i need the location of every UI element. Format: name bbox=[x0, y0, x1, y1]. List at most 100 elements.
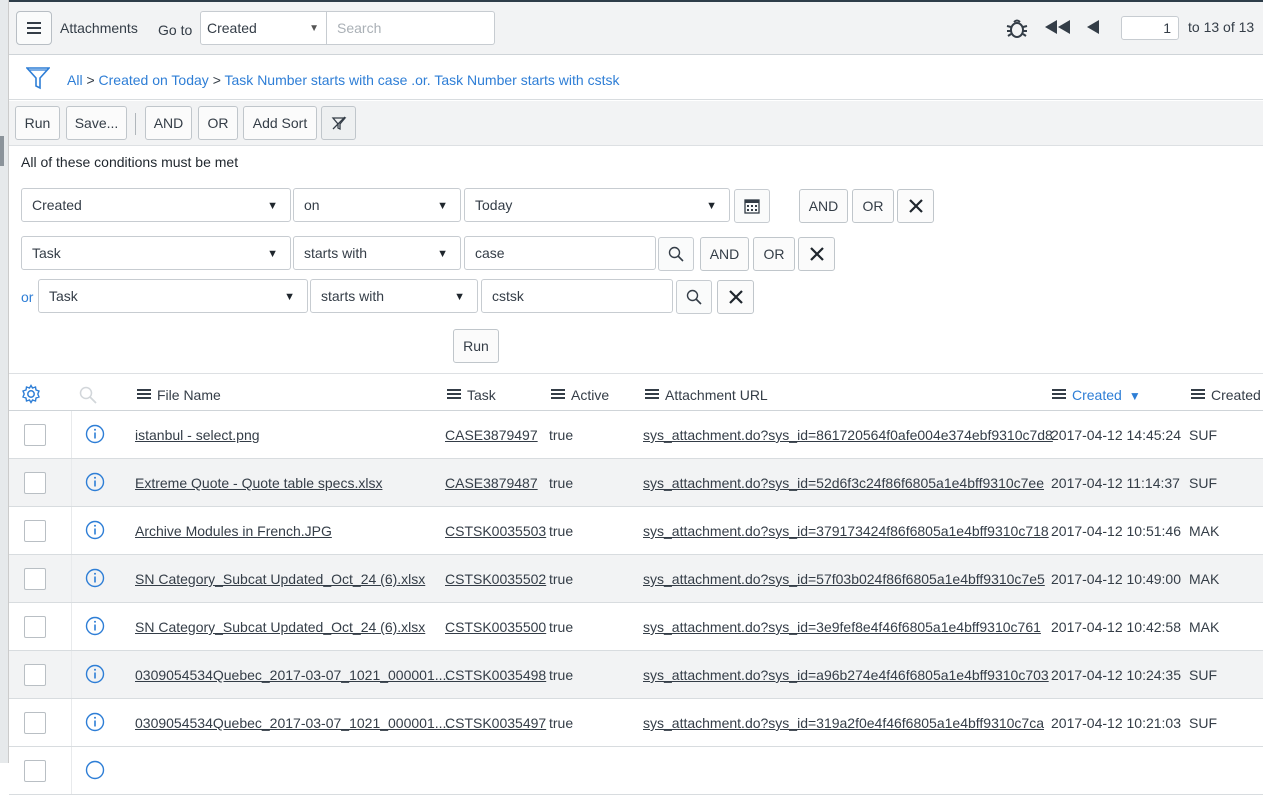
row-checkbox[interactable] bbox=[24, 760, 46, 782]
row-checkbox[interactable] bbox=[24, 568, 46, 590]
column-menu-icon[interactable] bbox=[645, 393, 659, 396]
info-icon[interactable] bbox=[85, 664, 105, 684]
remove-condition-button[interactable] bbox=[897, 189, 934, 223]
task-link[interactable]: CSTSK0035503 bbox=[445, 523, 546, 539]
column-file-name[interactable]: File Name bbox=[137, 387, 221, 403]
add-sort-button[interactable]: Add Sort bbox=[243, 106, 317, 140]
file-name-link[interactable]: 0309054534Quebec_2017-03-07_1021_000001.… bbox=[135, 667, 450, 683]
column-active[interactable]: Active bbox=[551, 387, 609, 403]
breadcrumb-created-today[interactable]: Created on Today bbox=[99, 72, 209, 88]
task-link[interactable]: CSTSK0035498 bbox=[445, 667, 546, 683]
column-menu-icon[interactable] bbox=[1191, 393, 1205, 396]
condition-or-button[interactable]: OR bbox=[852, 189, 894, 223]
lookup-button[interactable] bbox=[658, 237, 694, 271]
bug-icon[interactable] bbox=[1005, 16, 1029, 40]
task-link[interactable]: CASE3879487 bbox=[445, 475, 538, 491]
goto-field-select[interactable]: Created ▼ bbox=[200, 11, 327, 45]
condition-and-button[interactable]: AND bbox=[799, 189, 848, 223]
condition-or-button[interactable]: OR bbox=[753, 237, 795, 271]
column-menu-icon[interactable] bbox=[1052, 393, 1066, 396]
list-table-body: istanbul - select.png CASE3879497 true s… bbox=[9, 411, 1263, 795]
file-name-link[interactable]: Archive Modules in French.JPG bbox=[135, 523, 332, 539]
lookup-button[interactable] bbox=[676, 280, 712, 314]
filter-or-button[interactable]: OR bbox=[198, 106, 238, 140]
filter-and-button[interactable]: AND bbox=[145, 106, 192, 140]
created-cell: 2017-04-12 11:14:37 bbox=[1051, 475, 1180, 491]
table-row[interactable]: SN Category_Subcat Updated_Oct_24 (6).xl… bbox=[9, 555, 1263, 603]
attachment-url-link[interactable]: sys_attachment.do?sys_id=379173424f86f68… bbox=[643, 523, 1049, 539]
condition-value-select[interactable]: Today ▼ bbox=[464, 188, 730, 222]
attachment-url-link[interactable]: sys_attachment.do?sys_id=a96b274e4f46f68… bbox=[643, 667, 1049, 683]
remove-condition-button[interactable] bbox=[798, 237, 835, 271]
first-page-icon[interactable] bbox=[1043, 19, 1073, 35]
info-icon[interactable] bbox=[85, 568, 105, 588]
table-row[interactable]: Archive Modules in French.JPG CSTSK00355… bbox=[9, 507, 1263, 555]
info-icon[interactable] bbox=[85, 712, 105, 732]
column-created[interactable]: Created ▼ bbox=[1052, 387, 1141, 403]
date-picker-button[interactable] bbox=[734, 189, 770, 223]
table-row[interactable]: istanbul - select.png CASE3879497 true s… bbox=[9, 411, 1263, 459]
file-name-link[interactable]: Extreme Quote - Quote table specs.xlsx bbox=[135, 475, 382, 491]
row-checkbox[interactable] bbox=[24, 712, 46, 734]
file-name-link[interactable]: SN Category_Subcat Updated_Oct_24 (6).xl… bbox=[135, 619, 425, 635]
condition-field-select[interactable]: Created ▼ bbox=[21, 188, 291, 222]
previous-page-icon[interactable] bbox=[1086, 19, 1100, 35]
search-input[interactable]: Search bbox=[327, 11, 495, 45]
table-row[interactable] bbox=[9, 747, 1263, 795]
file-name-link[interactable]: SN Category_Subcat Updated_Oct_24 (6).xl… bbox=[135, 571, 425, 587]
created-by-cell: SUF bbox=[1189, 427, 1217, 443]
column-task[interactable]: Task bbox=[447, 387, 496, 403]
attachment-url-link[interactable]: sys_attachment.do?sys_id=52d6f3c24f86f68… bbox=[643, 475, 1044, 491]
table-row[interactable]: 0309054534Quebec_2017-03-07_1021_000001.… bbox=[9, 699, 1263, 747]
filter-run-button[interactable]: Run bbox=[15, 106, 60, 140]
row-checkbox[interactable] bbox=[24, 472, 46, 494]
attachment-url-link[interactable]: sys_attachment.do?sys_id=3e9fef8e4f46f68… bbox=[643, 619, 1041, 635]
row-checkbox[interactable] bbox=[24, 664, 46, 686]
task-link[interactable]: CSTSK0035500 bbox=[445, 619, 546, 635]
breadcrumb-task-number[interactable]: Task Number starts with case .or. Task N… bbox=[225, 72, 620, 88]
gear-icon[interactable] bbox=[21, 384, 41, 404]
attachment-url-link[interactable]: sys_attachment.do?sys_id=57f03b024f86f68… bbox=[643, 571, 1045, 587]
column-created-by[interactable]: Created b bbox=[1191, 387, 1263, 403]
attachment-url-link[interactable]: sys_attachment.do?sys_id=861720564f0afe0… bbox=[643, 427, 1053, 443]
condition-field-select[interactable]: Task ▼ bbox=[21, 236, 291, 270]
file-name-link[interactable]: istanbul - select.png bbox=[135, 427, 260, 443]
condition-operator-select[interactable]: on ▼ bbox=[293, 188, 461, 222]
table-row[interactable]: Extreme Quote - Quote table specs.xlsx C… bbox=[9, 459, 1263, 507]
search-icon[interactable] bbox=[79, 386, 97, 404]
breadcrumb-all[interactable]: All bbox=[67, 72, 83, 88]
condition-value-input[interactable]: cstsk bbox=[481, 279, 673, 313]
filter-save-button[interactable]: Save... bbox=[66, 106, 127, 140]
attachment-url-link[interactable]: sys_attachment.do?sys_id=319a2f0e4f46f68… bbox=[643, 715, 1044, 731]
table-row[interactable]: SN Category_Subcat Updated_Oct_24 (6).xl… bbox=[9, 603, 1263, 651]
page-number-input[interactable]: 1 bbox=[1121, 16, 1179, 40]
condition-run-button[interactable]: Run bbox=[453, 329, 499, 363]
column-menu-icon[interactable] bbox=[551, 393, 565, 396]
table-row[interactable]: 0309054534Quebec_2017-03-07_1021_000001.… bbox=[9, 651, 1263, 699]
row-checkbox[interactable] bbox=[24, 616, 46, 638]
condition-operator-select[interactable]: starts with ▼ bbox=[310, 279, 478, 313]
row-checkbox[interactable] bbox=[24, 520, 46, 542]
info-icon[interactable] bbox=[85, 424, 105, 444]
task-link[interactable]: CSTSK0035502 bbox=[445, 571, 546, 587]
column-menu-icon[interactable] bbox=[447, 393, 461, 396]
list-table-header: File Name Task Active Attachment URL Cre… bbox=[9, 373, 1263, 411]
info-icon[interactable] bbox=[85, 616, 105, 636]
condition-and-button[interactable]: AND bbox=[700, 237, 749, 271]
condition-field-select[interactable]: Task ▼ bbox=[38, 279, 308, 313]
column-attachment-url[interactable]: Attachment URL bbox=[645, 387, 768, 403]
file-name-link[interactable]: 0309054534Quebec_2017-03-07_1021_000001.… bbox=[135, 715, 450, 731]
condition-value-input[interactable]: case bbox=[464, 236, 656, 270]
task-link[interactable]: CASE3879497 bbox=[445, 427, 538, 443]
filter-funnel-icon[interactable] bbox=[26, 66, 50, 90]
remove-condition-button[interactable] bbox=[717, 280, 754, 314]
info-icon[interactable] bbox=[85, 472, 105, 492]
condition-operator-select[interactable]: starts with ▼ bbox=[293, 236, 461, 270]
info-icon[interactable] bbox=[85, 760, 105, 780]
column-menu-icon[interactable] bbox=[137, 393, 151, 396]
row-checkbox[interactable] bbox=[24, 424, 46, 446]
clear-filter-button[interactable] bbox=[321, 106, 356, 140]
task-link[interactable]: CSTSK0035497 bbox=[445, 715, 546, 731]
info-icon[interactable] bbox=[85, 520, 105, 540]
list-menu-button[interactable] bbox=[16, 11, 52, 45]
